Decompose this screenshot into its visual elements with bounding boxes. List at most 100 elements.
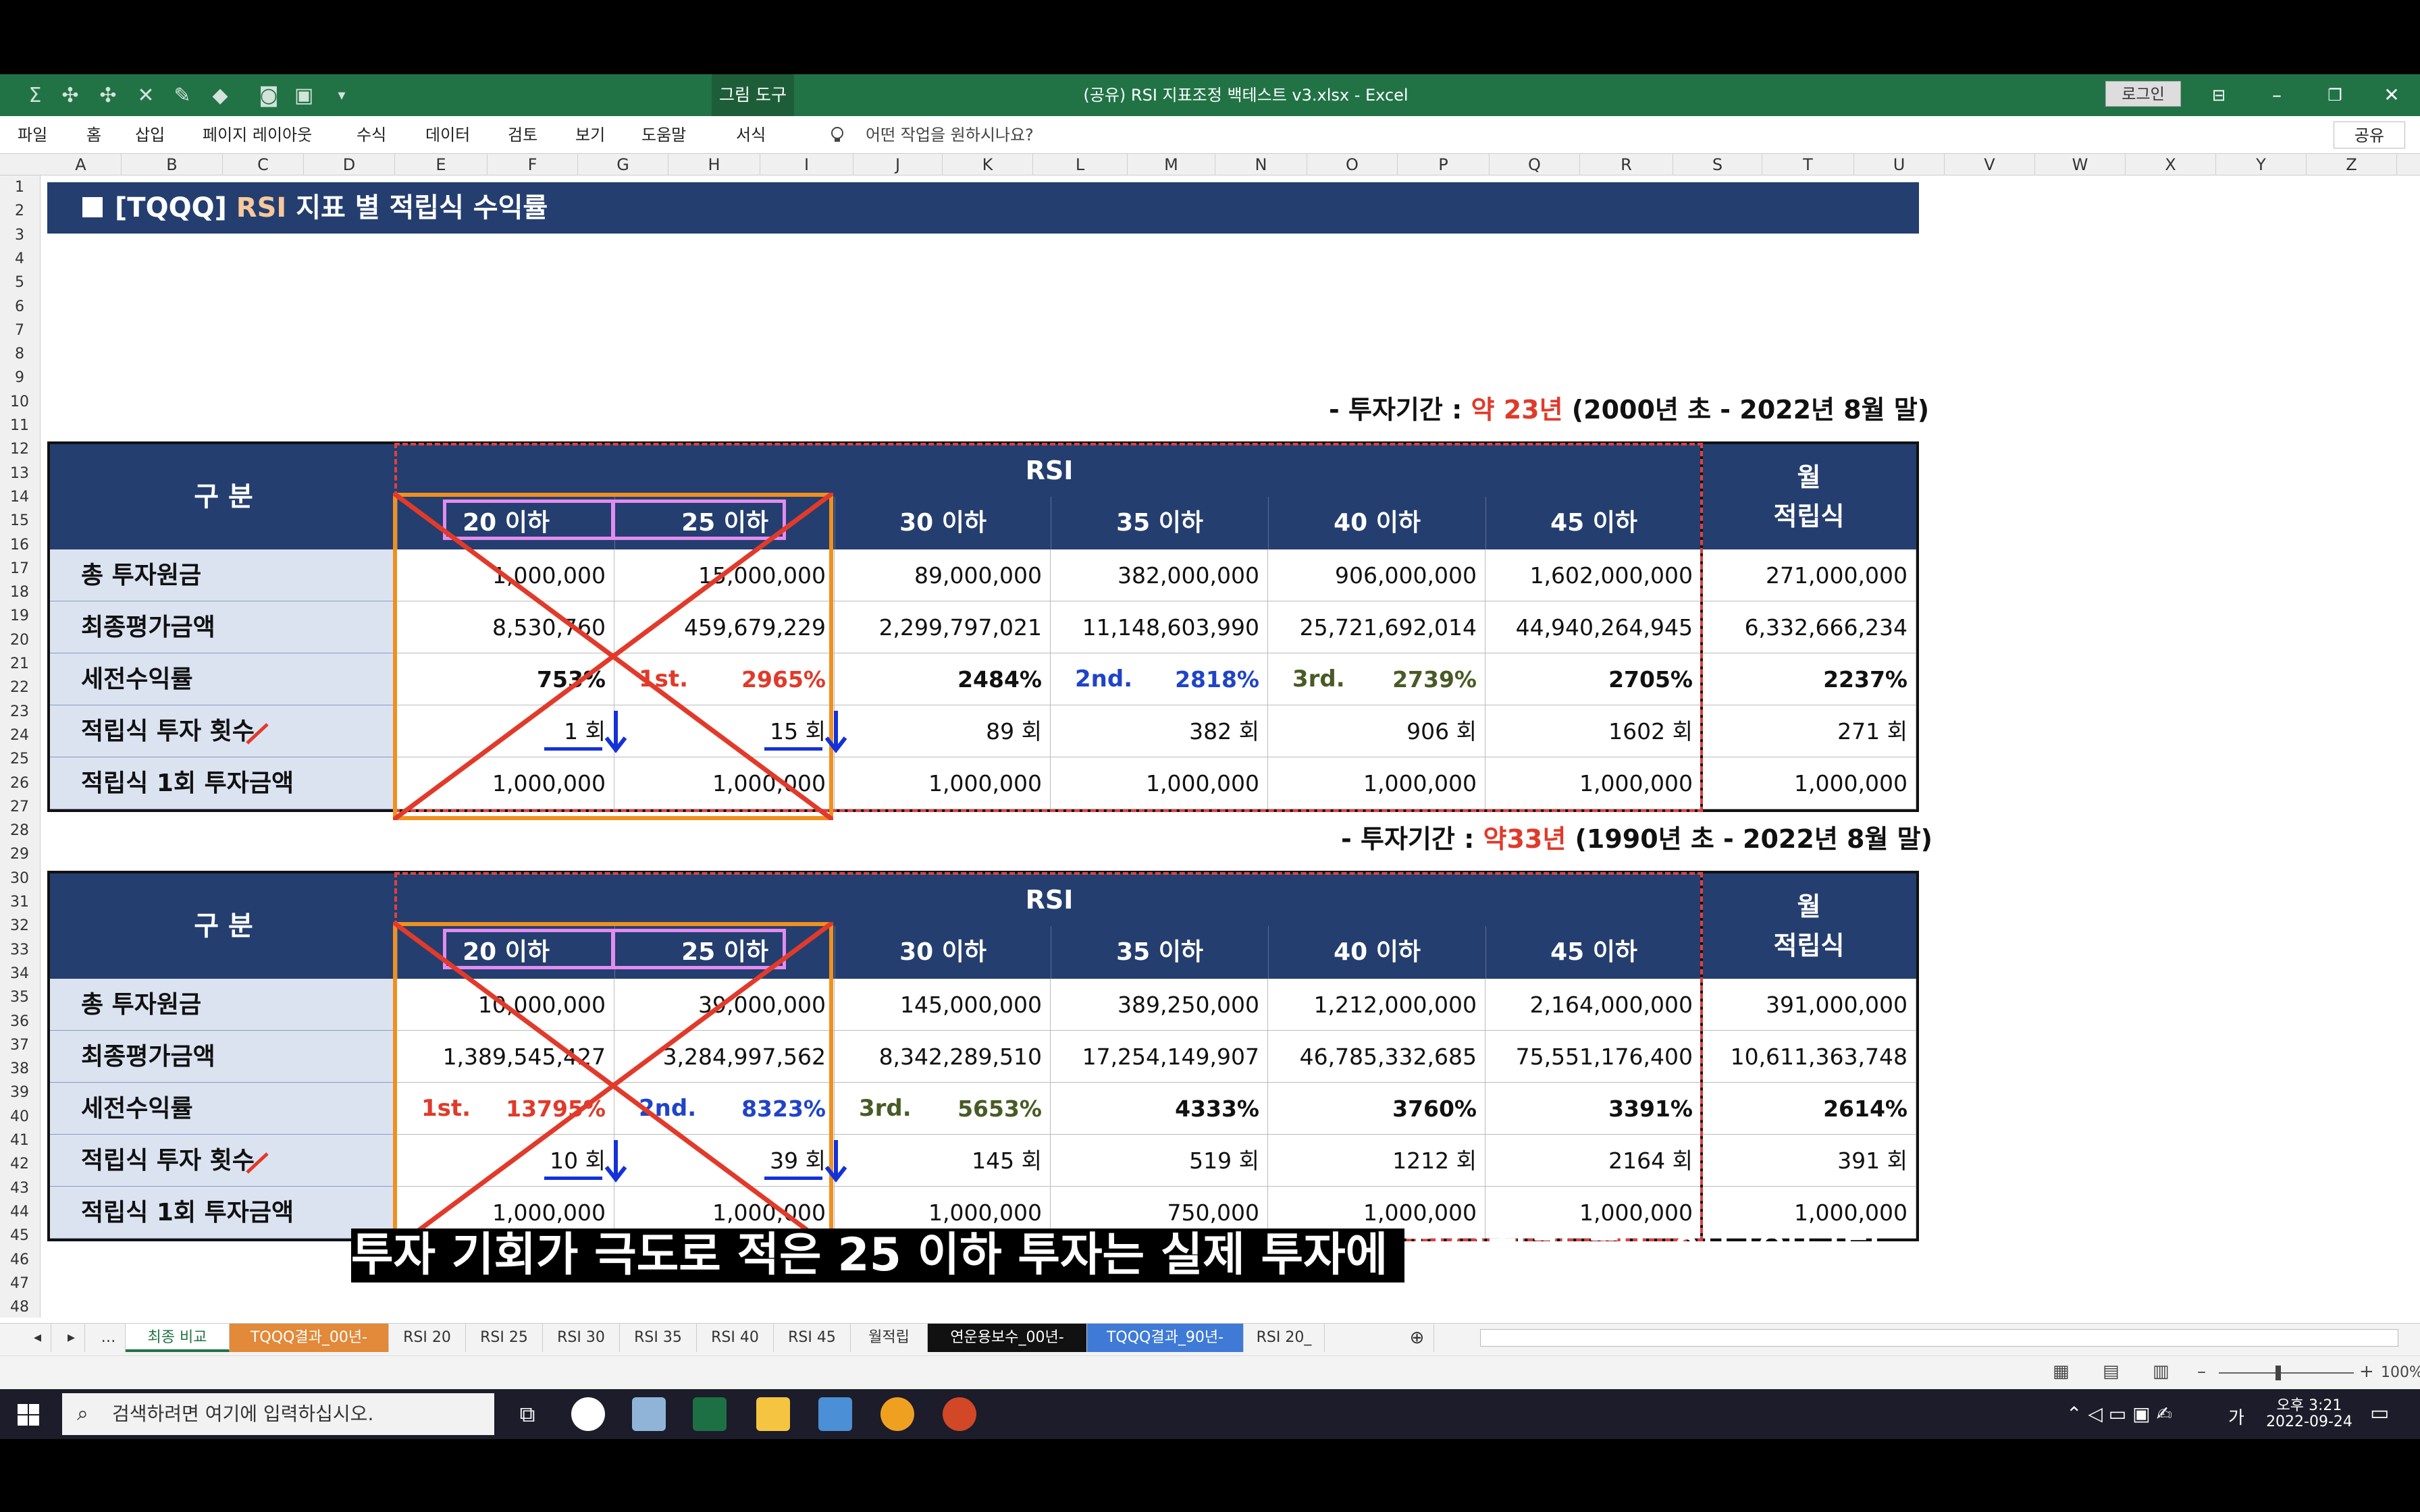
- column-header[interactable]: Z: [2307, 154, 2397, 176]
- data-cell[interactable]: 271,000,000: [1702, 549, 1916, 601]
- data-cell[interactable]: 10,611,363,748: [1702, 1031, 1916, 1083]
- row-header[interactable]: 39: [0, 1081, 39, 1105]
- column-header[interactable]: Q: [1490, 154, 1580, 176]
- row-header[interactable]: 12: [0, 437, 39, 462]
- column-header[interactable]: U: [1854, 154, 1945, 176]
- row-header[interactable]: 45: [0, 1224, 39, 1248]
- taskbar-search[interactable]: ⌕ 검색하려면 여기에 입력하십시오.: [62, 1393, 494, 1435]
- row-header[interactable]: 24: [0, 724, 39, 748]
- column-header[interactable]: C: [223, 154, 304, 176]
- zoom-level[interactable]: 100%: [2381, 1364, 2420, 1381]
- row-header[interactable]: 37: [0, 1033, 39, 1058]
- tab-scroll-left-icon[interactable]: ◂: [24, 1324, 51, 1352]
- column-header[interactable]: O: [1307, 154, 1398, 176]
- row-header[interactable]: 10: [0, 390, 39, 414]
- menu-insert[interactable]: 삽입: [135, 116, 165, 154]
- row-header[interactable]: 38: [0, 1057, 39, 1081]
- row-header[interactable]: 43: [0, 1177, 39, 1201]
- close-icon[interactable]: ✕: [2371, 80, 2412, 111]
- task-view-icon[interactable]: ⧉: [510, 1397, 544, 1431]
- clear-filter-icon[interactable]: ✣: [95, 82, 122, 109]
- column-header[interactable]: D: [304, 154, 395, 176]
- sheet-tab[interactable]: RSI 20: [389, 1324, 466, 1352]
- powerpoint-icon[interactable]: [943, 1397, 976, 1431]
- menu-review[interactable]: 검토: [508, 116, 537, 154]
- restore-icon[interactable]: ❐: [2315, 80, 2355, 111]
- column-header[interactable]: N: [1215, 154, 1307, 176]
- sheet-tab[interactable]: 월적립: [851, 1324, 928, 1352]
- row-header[interactable]: 16: [0, 533, 39, 558]
- row-header[interactable]: 30: [0, 867, 39, 891]
- normal-view-icon[interactable]: ▦: [2053, 1361, 2070, 1382]
- windows-start-icon[interactable]: [18, 1404, 39, 1426]
- row-header[interactable]: 21: [0, 652, 39, 676]
- sheet-tab[interactable]: 최종 비교: [126, 1324, 230, 1352]
- context-tab-picture-tools[interactable]: 그림 도구: [712, 74, 794, 116]
- row-header[interactable]: 25: [0, 747, 39, 772]
- column-header[interactable]: R: [1580, 154, 1673, 176]
- column-header[interactable]: Y: [2216, 154, 2307, 176]
- zoom-out-icon[interactable]: –: [2197, 1361, 2206, 1382]
- sheet-tab[interactable]: TQQQ결과_90년-: [1087, 1324, 1244, 1352]
- row-header[interactable]: 13: [0, 462, 39, 486]
- save-icon[interactable]: ▣: [290, 82, 317, 109]
- row-header[interactable]: 1: [0, 176, 39, 200]
- data-cell[interactable]: 2237%: [1702, 653, 1916, 705]
- row-header[interactable]: 18: [0, 580, 39, 605]
- row-header[interactable]: 41: [0, 1129, 39, 1153]
- camera-icon[interactable]: ◙: [255, 82, 282, 109]
- row-header[interactable]: 47: [0, 1272, 39, 1296]
- zoom-slider[interactable]: [2219, 1372, 2354, 1374]
- row-header[interactable]: 19: [0, 604, 39, 628]
- data-cell[interactable]: 6,332,666,234: [1702, 601, 1916, 653]
- app-notes-icon[interactable]: [632, 1397, 666, 1431]
- row-header[interactable]: 3: [0, 223, 39, 248]
- row-header[interactable]: 48: [0, 1295, 39, 1320]
- row-header[interactable]: 42: [0, 1152, 39, 1177]
- page-break-view-icon[interactable]: ▥: [2153, 1361, 2169, 1382]
- row-header[interactable]: 33: [0, 938, 39, 963]
- row-header[interactable]: 9: [0, 366, 39, 390]
- column-header[interactable]: J: [853, 154, 943, 176]
- column-header[interactable]: S: [1673, 154, 1762, 176]
- sheet-tab[interactable]: RSI 40: [697, 1324, 774, 1352]
- tab-scroll-right-icon[interactable]: ▸: [58, 1324, 85, 1352]
- share-button[interactable]: 공유: [2334, 122, 2405, 148]
- login-button[interactable]: 로그인: [2105, 81, 2181, 107]
- page-layout-view-icon[interactable]: ▤: [2103, 1361, 2120, 1382]
- tab-more-icon[interactable]: …: [92, 1324, 126, 1352]
- row-header[interactable]: 31: [0, 890, 39, 915]
- row-header[interactable]: 35: [0, 986, 39, 1010]
- data-cell[interactable]: 2614%: [1702, 1083, 1916, 1135]
- column-header[interactable]: L: [1033, 154, 1128, 176]
- menu-home[interactable]: 홈: [86, 116, 101, 154]
- horizontal-scrollbar[interactable]: [1480, 1329, 2398, 1347]
- row-header[interactable]: 7: [0, 319, 39, 343]
- row-header[interactable]: 36: [0, 1010, 39, 1034]
- menu-format[interactable]: 서식: [736, 116, 766, 154]
- column-header[interactable]: V: [1945, 154, 2035, 176]
- format-painter-icon[interactable]: ✎: [169, 82, 196, 109]
- row-header[interactable]: 15: [0, 509, 39, 533]
- minimize-icon[interactable]: –: [2257, 80, 2297, 111]
- column-header[interactable]: T: [1762, 154, 1854, 176]
- row-header[interactable]: 32: [0, 914, 39, 938]
- customize-qat-icon[interactable]: ▾: [328, 82, 355, 109]
- row-header[interactable]: 8: [0, 342, 39, 367]
- row-header[interactable]: 40: [0, 1105, 39, 1129]
- sheet-tab[interactable]: RSI 35: [620, 1324, 697, 1352]
- column-header[interactable]: E: [395, 154, 488, 176]
- row-header[interactable]: 6: [0, 295, 39, 319]
- worksheet[interactable]: ABCDEFGHIJKLMNOPQRSTUVWXYZ 1 2 3 4 5 6 7 8 9 10 11…: [0, 154, 2420, 1323]
- menu-formulas[interactable]: 수식: [357, 116, 386, 154]
- data-cell[interactable]: 391,000,000: [1702, 979, 1916, 1031]
- ribbon-display-icon[interactable]: ⊟: [2199, 80, 2239, 111]
- row-header[interactable]: 46: [0, 1248, 39, 1272]
- row-header[interactable]: 20: [0, 628, 39, 653]
- row-header[interactable]: 29: [0, 842, 39, 867]
- sheet-tab[interactable]: RSI 45: [774, 1324, 851, 1352]
- column-header[interactable]: H: [668, 154, 760, 176]
- row-header[interactable]: 27: [0, 795, 39, 819]
- menu-file[interactable]: 파일: [18, 116, 47, 154]
- row-header[interactable]: 4: [0, 247, 39, 271]
